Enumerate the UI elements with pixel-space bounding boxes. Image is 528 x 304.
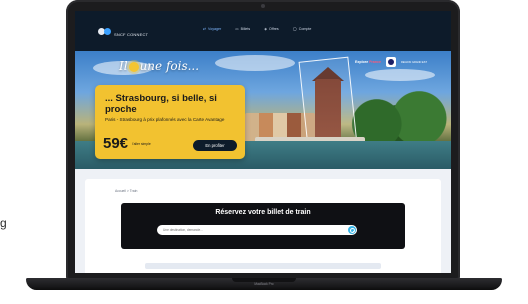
campaign-title-right: une fois...	[139, 59, 200, 73]
destination-search-input[interactable]	[163, 225, 333, 235]
hero-banner: Il une fois... Explore France REGION GRAN…	[75, 51, 451, 169]
nav-item-voyager[interactable]: ⇄ Voyager	[203, 27, 221, 31]
account-icon: ◯	[292, 27, 297, 31]
train-icon: ⇄	[203, 27, 207, 31]
stage: g SNCF CONNECT ⇄Voyager ▭Billets ◈Off	[0, 0, 528, 304]
content-card: Accueil > Train Réservez votre billet de…	[85, 179, 441, 273]
promo-card: ... Strasbourg, si belle, si proche Pari…	[95, 85, 245, 159]
region-logo-icon	[386, 57, 396, 67]
promo-headline: ... Strasbourg, si belle, si proche	[105, 93, 217, 115]
next-section-strip	[145, 263, 381, 269]
breadcrumb[interactable]: Accueil > Train	[115, 189, 137, 193]
campaign-title: Il une fois...	[119, 59, 199, 73]
explore-highlight: France	[369, 60, 381, 64]
laptop-base: MacBook Pro	[26, 278, 502, 290]
search-icon[interactable]	[348, 226, 356, 234]
content-area: Accueil > Train Réservez votre billet de…	[75, 169, 451, 273]
cloud	[365, 69, 435, 81]
cloud	[215, 55, 295, 71]
nav-label: Billets	[240, 27, 251, 31]
search-bar	[157, 225, 357, 235]
explore-france-logo: Explore France	[355, 60, 381, 64]
laptop-lid: SNCF CONNECT ⇄ Voyager ▭ Billets ◈ Offres ◯…	[66, 0, 460, 282]
nav-item-compte[interactable]: ◯ Compte	[293, 27, 312, 31]
offers-icon: ◈	[264, 27, 267, 31]
sun-icon	[128, 61, 139, 72]
booking-panel: Réservez votre billet de train	[121, 203, 405, 249]
photo-frame-overlay	[298, 56, 358, 150]
logo-mark-icon	[98, 27, 112, 36]
nav-item-offres[interactable]: ◈ Offres	[264, 27, 279, 31]
laptop-screen: SNCF CONNECT ⇄ Voyager ▭ Billets ◈ Offres ◯…	[75, 11, 451, 273]
site-logo[interactable]: SNCF CONNECT	[98, 26, 148, 37]
top-nav-bar: SNCF CONNECT ⇄ Voyager ▭ Billets ◈ Offres ◯…	[75, 11, 451, 51]
ticket-icon: ▭	[235, 27, 239, 31]
promo-price: 59€ l'aller simple	[103, 135, 151, 152]
region-logo-text: REGION GRAND EST	[401, 60, 428, 64]
partner-logos: Explore France REGION GRAND EST	[355, 57, 429, 67]
stray-character: g	[0, 216, 7, 230]
nav-label: Compte	[298, 27, 312, 31]
logo-text: SNCF CONNECT	[114, 32, 149, 37]
price-value: 59€	[103, 135, 129, 152]
webcam	[261, 4, 265, 8]
explore-prefix: Explore	[355, 60, 369, 64]
nav-label: Voyager	[208, 27, 222, 31]
promo-cta-button[interactable]: En profiter	[193, 140, 237, 151]
nav-item-billets[interactable]: ▭ Billets	[235, 27, 250, 31]
price-note: l'aller simple	[132, 142, 151, 147]
main-nav: ⇄ Voyager ▭ Billets ◈ Offres ◯ Compte	[203, 27, 311, 31]
booking-title: Réservez votre billet de train	[215, 209, 311, 216]
promo-subtitle: Paris - Strasbourg à prix plafonnés avec…	[105, 117, 225, 122]
model-label: MacBook Pro	[254, 282, 274, 286]
campaign-title-left: Il	[119, 59, 128, 73]
nav-label: Offres	[268, 27, 279, 31]
